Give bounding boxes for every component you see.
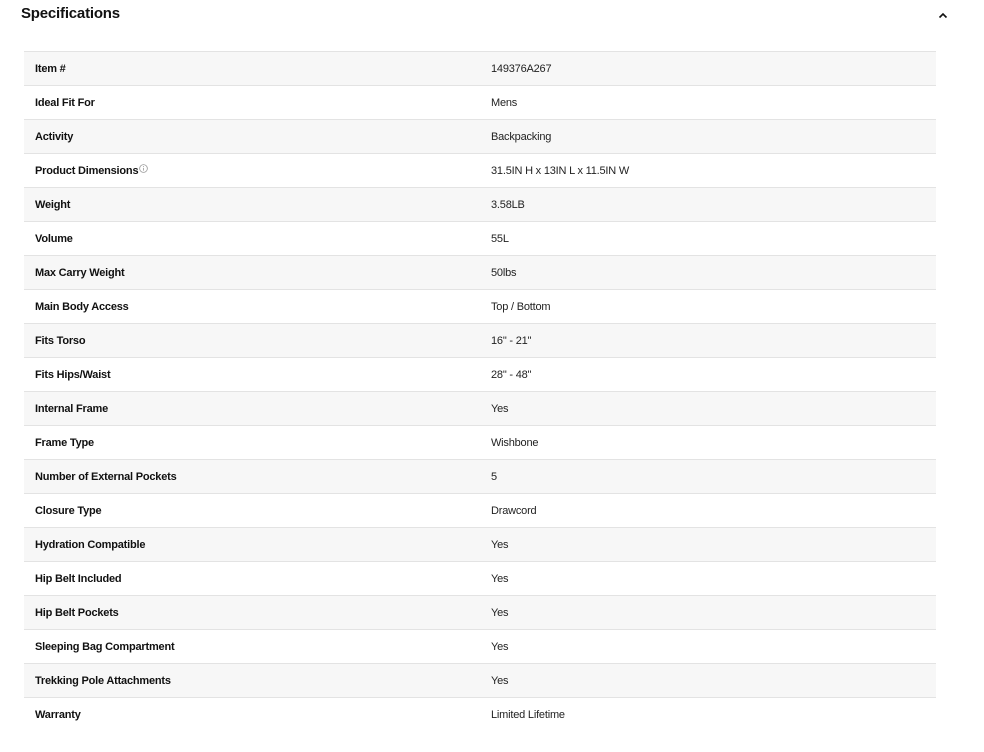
spec-row-weight: Weight 3.58LB [24, 188, 936, 222]
spec-label: Weight [35, 198, 71, 211]
spec-label: Internal Frame [35, 402, 109, 415]
spec-label: Number of External Pockets [35, 470, 177, 483]
spec-value: Mens [491, 96, 518, 109]
specifications-table: Item # 149376A267 Ideal Fit For Mens Act… [24, 51, 936, 731]
spec-value: 16" - 21" [491, 334, 532, 347]
spec-value: Drawcord [491, 504, 537, 517]
spec-value: 28" - 48" [491, 368, 532, 381]
spec-row-activity: Activity Backpacking [24, 120, 936, 154]
spec-value: 149376A267 [491, 62, 552, 75]
spec-value: Limited Lifetime [491, 708, 565, 721]
spec-label: Hip Belt Pockets [35, 606, 119, 619]
spec-value: Yes [491, 572, 509, 585]
spec-value: 55L [491, 232, 509, 245]
spec-value: Yes [491, 538, 509, 551]
spec-label: Sleeping Bag Compartment [35, 640, 175, 653]
spec-label: Fits Torso [35, 334, 86, 347]
spec-row-hip-belt-pockets: Hip Belt Pockets Yes [24, 596, 936, 630]
spec-row-sleeping-bag-compartment: Sleeping Bag Compartment Yes [24, 630, 936, 664]
spec-row-fits-torso: Fits Torso 16" - 21" [24, 324, 936, 358]
spec-label: Ideal Fit For [35, 96, 95, 109]
spec-label: Hip Belt Included [35, 572, 122, 585]
spec-label: Hydration Compatible [35, 538, 146, 551]
spec-row-frame-type: Frame Type Wishbone [24, 426, 936, 460]
info-icon[interactable] [139, 164, 149, 173]
spec-row-volume: Volume 55L [24, 222, 936, 256]
spec-value: Wishbone [491, 436, 539, 449]
spec-row-warranty: Warranty Limited Lifetime [24, 698, 936, 731]
spec-row-main-body-access: Main Body Access Top / Bottom [24, 290, 936, 324]
spec-row-hip-belt-included: Hip Belt Included Yes [24, 562, 936, 596]
spec-label: Main Body Access [35, 300, 129, 313]
spec-row-external-pockets: Number of External Pockets 5 [24, 460, 936, 494]
spec-row-hydration-compatible: Hydration Compatible Yes [24, 528, 936, 562]
spec-value: 3.58LB [491, 198, 525, 211]
spec-row-fits-hips-waist: Fits Hips/Waist 28" - 48" [24, 358, 936, 392]
spec-value: 5 [491, 470, 497, 483]
spec-row-item-number: Item # 149376A267 [24, 52, 936, 86]
spec-value: Yes [491, 606, 509, 619]
spec-value: Backpacking [491, 130, 552, 143]
spec-value: 31.5IN H x 13IN L x 11.5IN W [491, 164, 630, 177]
spec-row-trekking-pole-attachments: Trekking Pole Attachments Yes [24, 664, 936, 698]
spec-label: Fits Hips/Waist [35, 368, 111, 381]
spec-row-closure-type: Closure Type Drawcord [24, 494, 936, 528]
spec-label: Closure Type [35, 504, 102, 517]
specifications-header[interactable]: Specifications [0, 0, 984, 32]
chevron-up-icon[interactable] [933, 6, 953, 24]
spec-label: Volume [35, 232, 73, 245]
spec-value: Yes [491, 402, 509, 415]
spec-row-max-carry-weight: Max Carry Weight 50lbs [24, 256, 936, 290]
spec-value: 50lbs [491, 266, 517, 279]
spec-value: Yes [491, 674, 509, 687]
spec-label: Item # [35, 62, 66, 75]
spec-label: Product Dimensions [24, 164, 480, 177]
spec-row-ideal-fit-for: Ideal Fit For Mens [24, 86, 936, 120]
spec-row-internal-frame: Internal Frame Yes [24, 392, 936, 426]
specifications-section: Specifications Item # 149376A267 Ideal F… [0, 0, 984, 752]
spec-label: Frame Type [35, 436, 94, 449]
spec-label: Warranty [35, 708, 81, 721]
spec-value: Top / Bottom [491, 300, 551, 313]
spec-row-product-dimensions: Product Dimensions 31.5IN H x 13IN L x 1… [24, 154, 936, 188]
spec-label: Max Carry Weight [35, 266, 125, 279]
section-title: Specifications [21, 5, 120, 22]
spec-label: Trekking Pole Attachments [35, 674, 171, 687]
spec-label: Activity [35, 130, 74, 143]
spec-value: Yes [491, 640, 509, 653]
